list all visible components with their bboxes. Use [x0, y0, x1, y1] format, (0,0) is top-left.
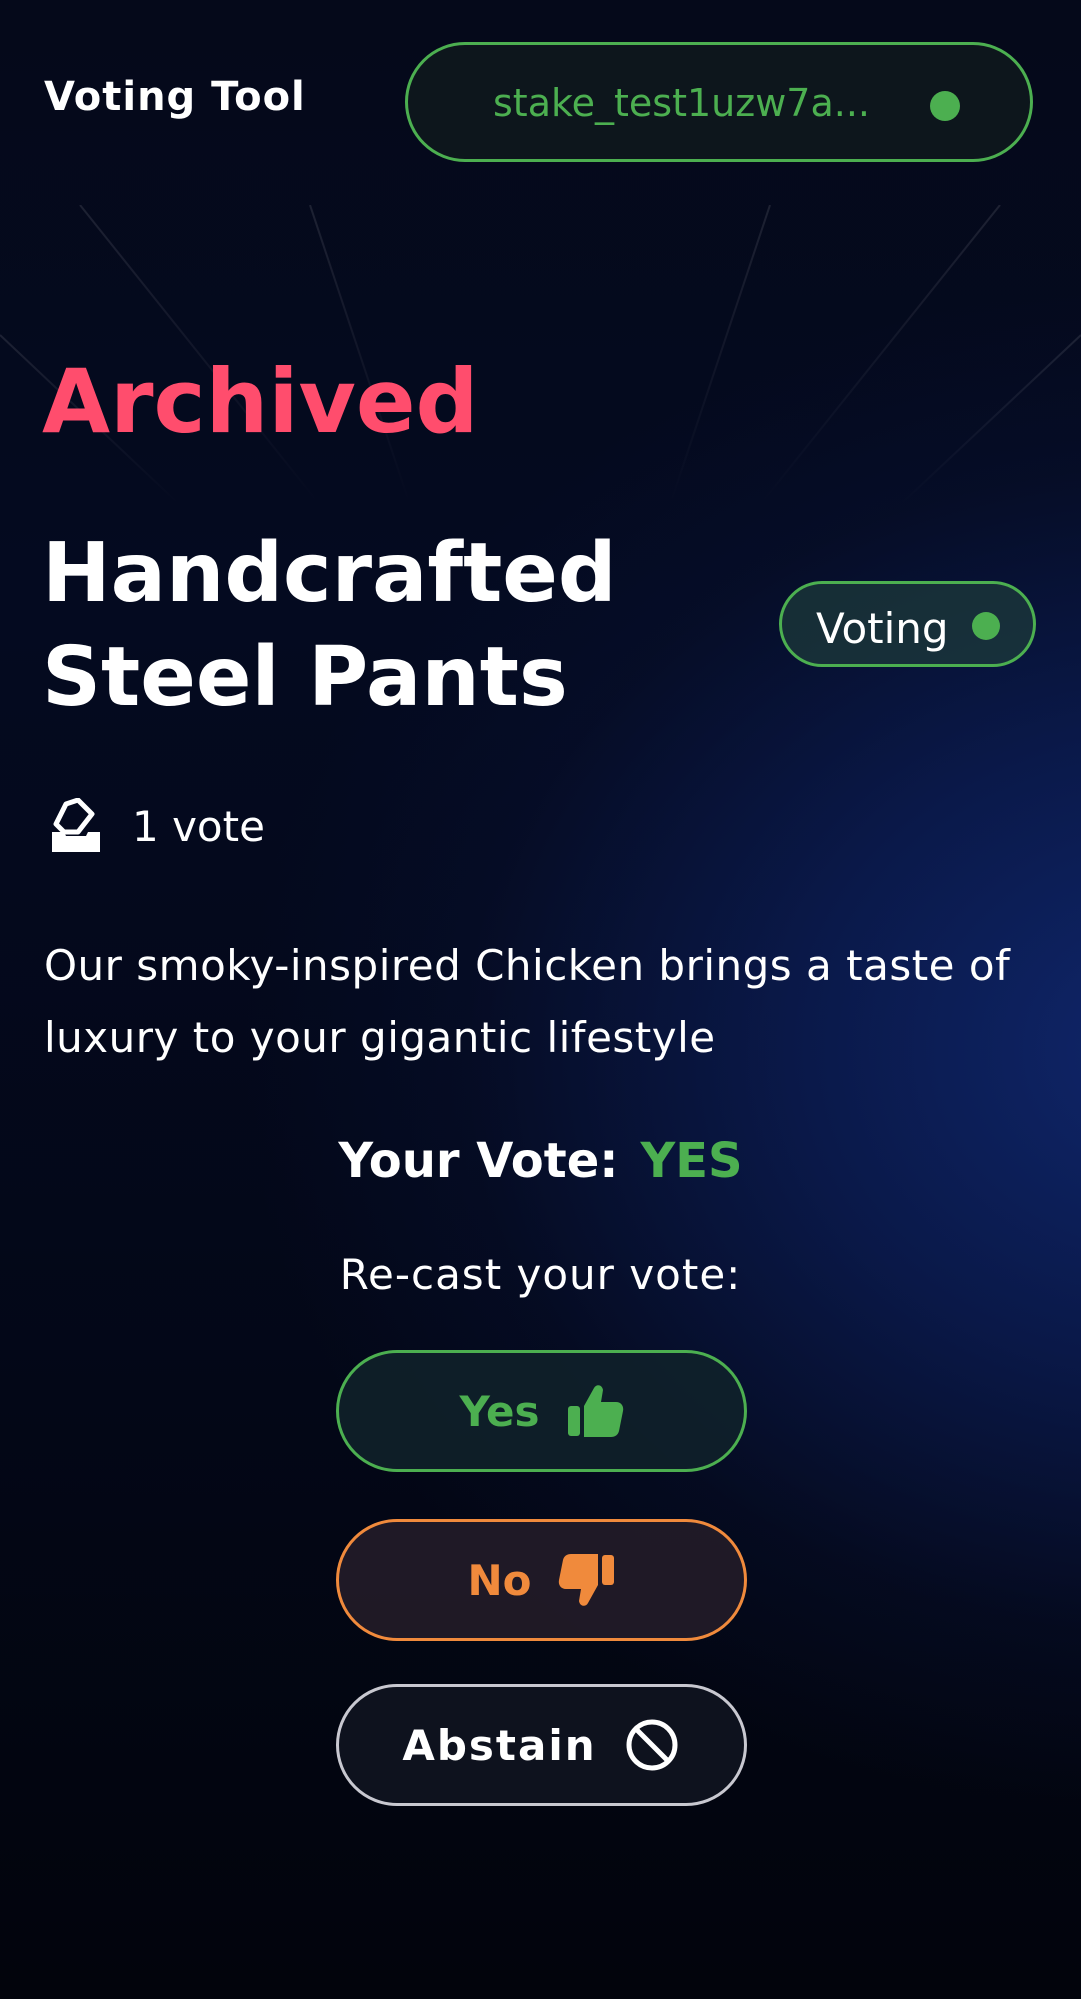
status-badge: Voting	[779, 581, 1036, 667]
ballot-box-icon	[52, 798, 100, 852]
wallet-address: stake_test1uzw7a...	[493, 81, 870, 125]
vote-no-button[interactable]: No	[336, 1519, 747, 1641]
vote-abstain-button[interactable]: Abstain	[336, 1684, 747, 1806]
vote-yes-button[interactable]: Yes	[336, 1350, 747, 1472]
thumbs-down-icon	[558, 1554, 614, 1606]
status-text: Voting	[816, 604, 949, 653]
proposal-description: Our smoky-inspired Chicken brings a tast…	[44, 941, 1011, 1062]
vote-count: 1 vote	[132, 802, 265, 851]
recast-label: Re-cast your vote:	[339, 1250, 742, 1299]
vote-abstain-label: Abstain	[402, 1720, 597, 1770]
vote-yes-label: Yes	[459, 1386, 540, 1436]
your-vote-label: Your Vote:	[338, 1133, 619, 1189]
your-vote-value: YES	[640, 1133, 743, 1189]
top-bar: Voting Tool stake_test1uzw7a...	[0, 0, 1081, 205]
archived-label: Archived	[42, 350, 479, 453]
your-vote-row: Your Vote: YES	[0, 1133, 1081, 1189]
thumbs-up-icon	[567, 1385, 623, 1437]
ban-icon	[626, 1719, 678, 1771]
vote-no-label: No	[467, 1555, 532, 1605]
status-indicator-dot	[972, 612, 1000, 640]
app-title: Voting Tool	[44, 74, 306, 120]
proposal-title: Handcrafted Steel Pants	[42, 526, 617, 725]
wallet-connect-button[interactable]: stake_test1uzw7a...	[405, 42, 1033, 162]
wallet-connected-indicator	[930, 91, 960, 121]
